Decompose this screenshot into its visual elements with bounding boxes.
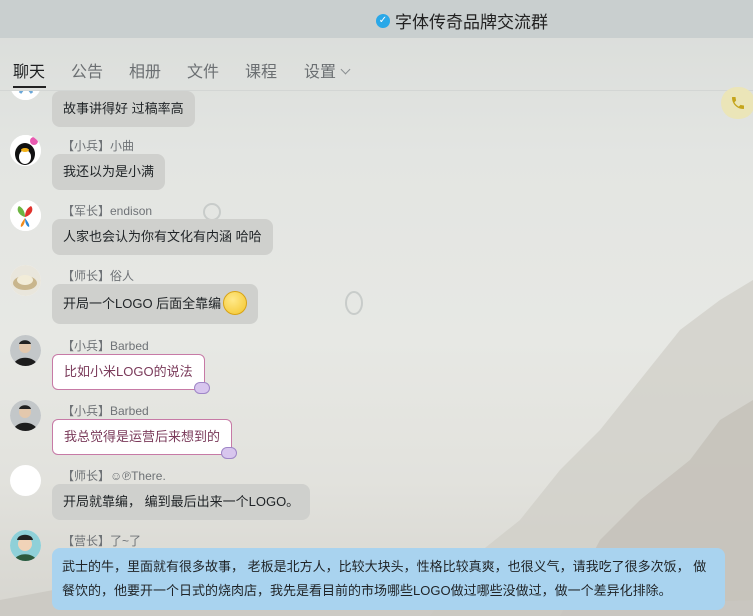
- avatar[interactable]: [10, 335, 41, 366]
- avatar[interactable]: [10, 91, 41, 100]
- avatar[interactable]: [10, 265, 41, 296]
- avatar[interactable]: [10, 400, 41, 431]
- sender-name: 【小兵】Barbed: [62, 404, 149, 418]
- sender-name: 【营长】了~了: [62, 534, 142, 548]
- sender-name: 【军长】endison: [62, 204, 153, 218]
- message-bubble: 武士的牛，里面就有很多故事， 老板是北方人，比较大块头，性格比较真爽，也很义气，…: [52, 548, 725, 610]
- tab-settings-label: 设置: [304, 64, 337, 81]
- active-tab-indicator: [13, 86, 46, 88]
- avatar[interactable]: [10, 530, 41, 561]
- tab-courses[interactable]: 课程: [245, 58, 277, 82]
- message-bubble: 开局一个LOGO 后面全靠编: [52, 284, 259, 324]
- smile-emoji-icon: [223, 290, 248, 315]
- tab-album[interactable]: 相册: [129, 58, 161, 82]
- tab-files[interactable]: 文件: [187, 58, 219, 82]
- verified-badge-icon: ✓: [376, 13, 390, 28]
- title-bar: ✓ 字体传奇品牌交流群: [0, 0, 753, 38]
- sender-name: 【小兵】小曲: [62, 139, 135, 153]
- message-bubble: 人家也会认为你有文化有内涵 哈哈: [52, 219, 273, 255]
- tab-announcements[interactable]: 公告: [71, 58, 103, 82]
- message-list[interactable]: 故事讲得好 过稿率高 【小兵】小曲 我还以为是小满 【军长】endison 人家…: [0, 91, 753, 616]
- avatar[interactable]: [10, 135, 41, 166]
- tab-settings[interactable]: 设置: [304, 58, 351, 82]
- avatar[interactable]: [10, 465, 41, 496]
- message-bubble: 故事讲得好 过稿率高: [52, 91, 195, 127]
- tab-chat[interactable]: 聊天: [13, 58, 45, 82]
- chevron-down-icon: [340, 64, 351, 75]
- message-bubble: 我还以为是小满: [52, 154, 166, 190]
- sender-name: 【师长】☺℗There.: [62, 469, 166, 483]
- tab-bar: 聊天 公告 相册 文件 课程 设置: [0, 38, 753, 119]
- message-bubble: 比如小米LOGO的说法: [52, 354, 210, 394]
- sender-name: 【师长】俗人: [62, 269, 135, 283]
- avatar[interactable]: [10, 200, 41, 231]
- sender-name: 【小兵】Barbed: [62, 339, 149, 353]
- message-bubble: 我总觉得是运营后来想到的: [52, 419, 238, 459]
- group-title: 字体传奇品牌交流群: [395, 13, 548, 32]
- message-bubble: 开局就靠编， 编到最后出来一个LOGO。: [52, 484, 311, 520]
- message-text: 开局一个LOGO 后面全靠编: [63, 296, 222, 311]
